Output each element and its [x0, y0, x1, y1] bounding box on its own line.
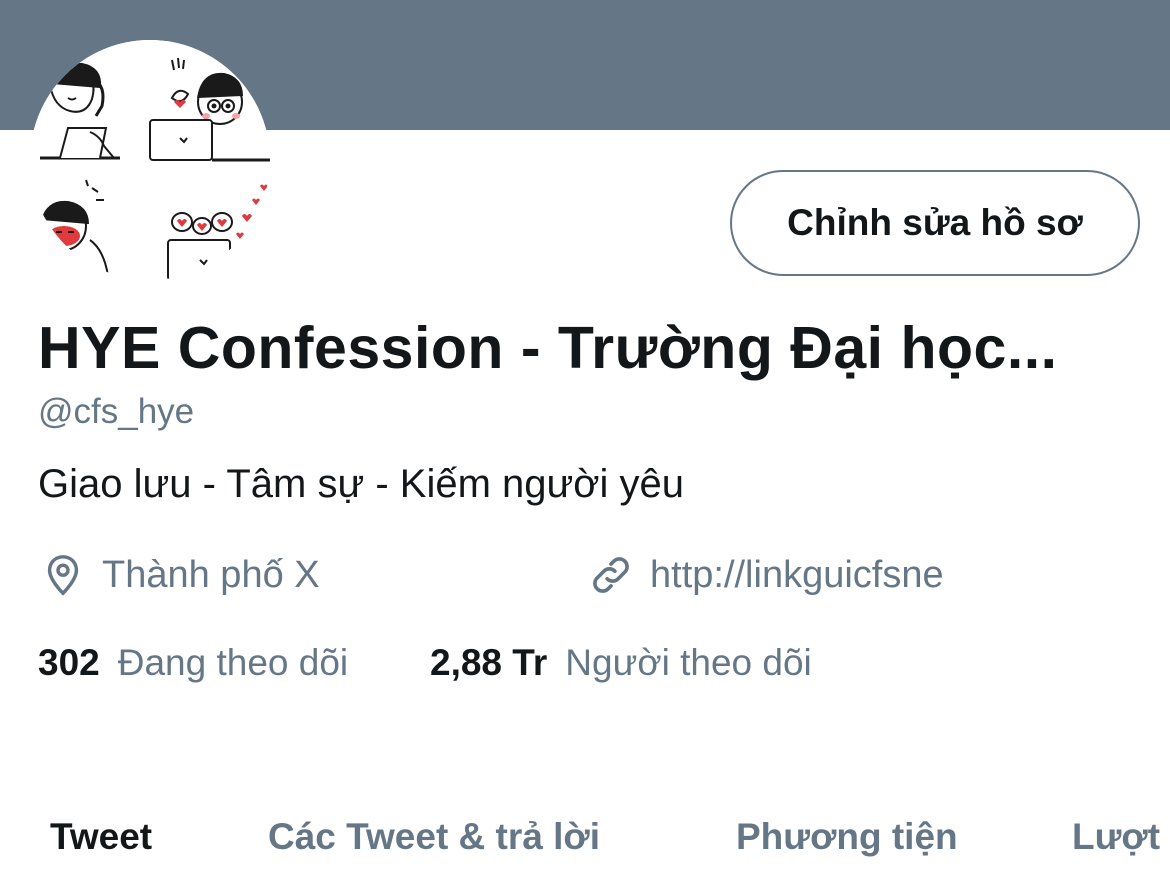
followers-label: Người theo dõi: [565, 642, 812, 683]
location-pin-icon: [47, 555, 79, 596]
profile-bio: Giao lưu - Tâm sự - Kiếm người yêu: [38, 462, 685, 506]
avatar-illustration: [30, 40, 270, 280]
website-link[interactable]: http://linkguicfsne: [650, 554, 944, 597]
followers-count: 2,88 Tr: [430, 642, 548, 683]
tab-tweets-and-replies[interactable]: Các Tweet & trả lời: [268, 816, 600, 858]
following-stat[interactable]: 302 Đang theo dõi: [38, 642, 348, 684]
profile-page: Chỉnh sửa hồ sơ HYE Confession - Trường …: [0, 0, 1170, 880]
following-label: Đang theo dõi: [117, 642, 349, 683]
profile-avatar[interactable]: [30, 40, 270, 280]
link-icon: [593, 557, 629, 593]
profile-handle: @cfs_hye: [38, 392, 195, 431]
tab-media[interactable]: Phương tiện: [736, 816, 958, 858]
edit-profile-button[interactable]: Chỉnh sửa hồ sơ: [730, 170, 1140, 276]
profile-display-name: HYE Confession - Trường Đại học...: [38, 315, 1058, 381]
profile-tabs: Tweet Các Tweet & trả lời Phương tiện Lư…: [0, 810, 1170, 870]
profile-website[interactable]: http://linkguicfsne: [588, 552, 944, 598]
profile-location: Thành phố X: [40, 552, 320, 598]
tab-likes[interactable]: Lượt: [1072, 816, 1160, 858]
following-count: 302: [38, 642, 100, 683]
followers-stat[interactable]: 2,88 Tr Người theo dõi: [430, 642, 812, 684]
location-text: Thành phố X: [102, 553, 320, 596]
tab-tweets[interactable]: Tweet: [50, 816, 152, 858]
